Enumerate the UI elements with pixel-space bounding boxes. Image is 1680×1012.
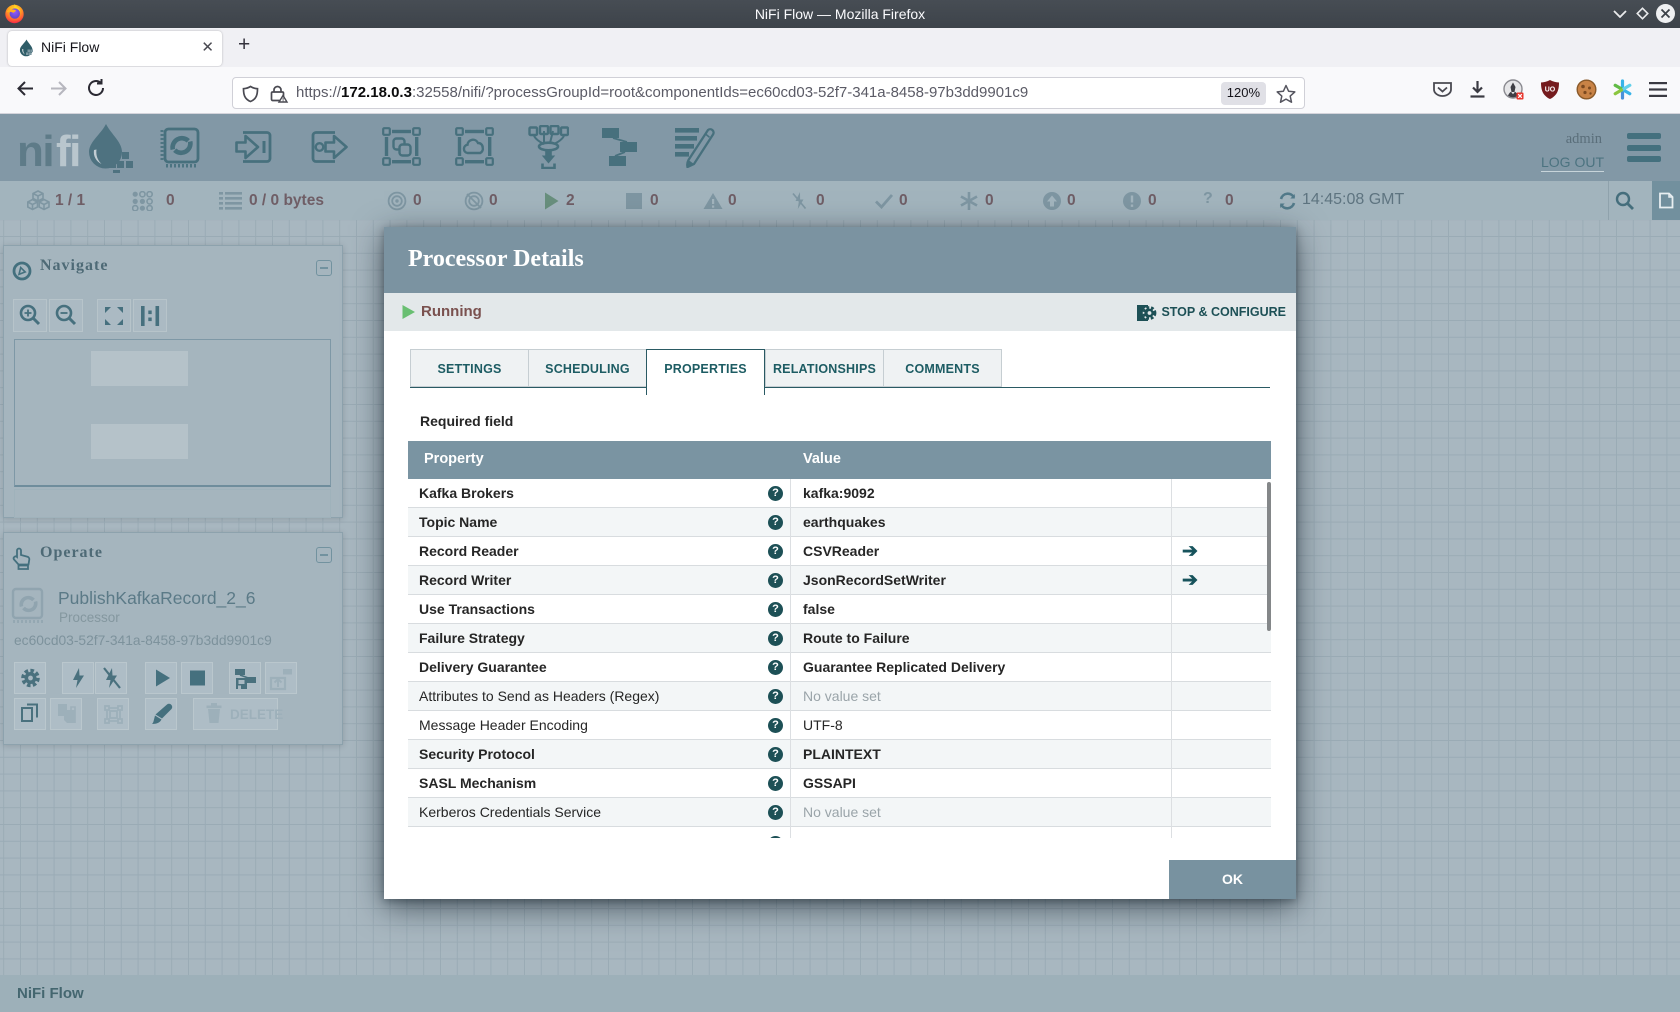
svg-text:UO: UO bbox=[1545, 87, 1556, 94]
svg-text:fi: fi bbox=[56, 127, 80, 176]
svg-text:ni: ni bbox=[17, 127, 53, 176]
